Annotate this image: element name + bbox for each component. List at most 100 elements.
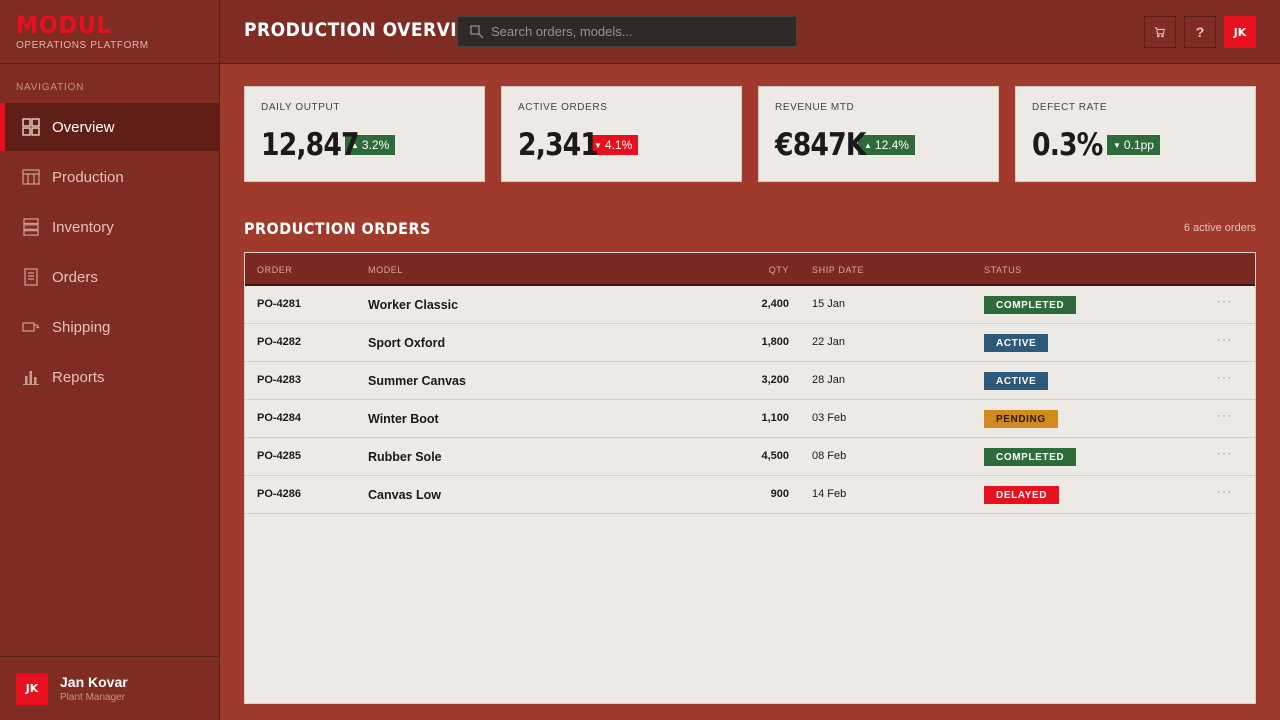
- order-ship-date: 03 Feb: [812, 412, 847, 424]
- more-icon[interactable]: ···: [1217, 408, 1232, 422]
- order-id: PO-4284: [257, 412, 302, 424]
- column-header-model[interactable]: MODEL: [368, 265, 403, 275]
- sidebar-item-label: Shipping: [52, 318, 111, 336]
- sidebar-item-orders[interactable]: Orders: [0, 253, 219, 301]
- column-header-order[interactable]: ORDER: [257, 265, 293, 275]
- brand-subtitle: OPERATIONS PLATFORM: [16, 40, 149, 51]
- status-badge: PENDING: [984, 410, 1058, 428]
- kpi-card-daily-output[interactable]: DAILY OUTPUT 12,847 ▲ 3.2%: [244, 86, 485, 182]
- sidebar-item-reports[interactable]: Reports: [0, 353, 219, 401]
- sidebar-item-production[interactable]: Production: [0, 153, 219, 201]
- search-box[interactable]: [457, 16, 797, 47]
- kpi-change: 4.1%: [604, 138, 633, 152]
- order-qty: 1,800: [761, 336, 789, 348]
- order-qty: 4,500: [761, 450, 789, 462]
- order-id: PO-4286: [257, 488, 302, 500]
- orders-count: 6 active orders: [1183, 222, 1256, 234]
- sidebar-item-inventory[interactable]: Inventory: [0, 203, 219, 251]
- sidebar-item-overview[interactable]: Overview: [0, 103, 219, 151]
- kpi-label: DEFECT RATE: [1032, 102, 1108, 113]
- kpi-card-revenue[interactable]: REVENUE MTD €847K ▲ 12.4%: [758, 86, 999, 182]
- table-row[interactable]: PO-4281 Worker Classic 2,400 15 Jan COMP…: [245, 286, 1255, 324]
- brand: MODUL OPERATIONS PLATFORM: [0, 0, 219, 64]
- kpi-value: 2,341: [518, 127, 599, 163]
- kpi-change: 3.2%: [361, 138, 390, 152]
- order-model: Summer Canvas: [368, 374, 466, 388]
- more-icon[interactable]: ···: [1217, 294, 1232, 308]
- order-ship-date: 15 Jan: [812, 298, 846, 310]
- arrow-down-icon: ▼: [1113, 140, 1121, 150]
- avatar: JK: [16, 672, 48, 705]
- kpi-value: €847K: [775, 127, 866, 163]
- grid-icon: [22, 118, 40, 136]
- order-qty: 3,200: [761, 374, 789, 386]
- column-header-qty[interactable]: QTY: [769, 265, 789, 275]
- search-input[interactable]: [491, 24, 791, 39]
- sidebar: MODUL OPERATIONS PLATFORM NAVIGATION Ove…: [0, 0, 220, 720]
- kpi-card-defect-rate[interactable]: DEFECT RATE 0.3% ▼ 0.1pp: [1015, 86, 1256, 182]
- sidebar-item-label: Overview: [52, 118, 115, 136]
- table-row[interactable]: PO-4282 Sport Oxford 1,800 22 Jan ACTIVE…: [245, 324, 1255, 362]
- order-model: Canvas Low: [368, 488, 441, 502]
- brand-logo[interactable]: MODUL: [16, 12, 188, 38]
- cart-icon: [1154, 27, 1165, 38]
- top-header: PRODUCTION OVERVIEW ? JK: [220, 0, 1280, 64]
- more-icon[interactable]: ···: [1217, 446, 1232, 460]
- order-model: Rubber Sole: [368, 450, 442, 464]
- truck-icon: [22, 318, 40, 336]
- sidebar-item-label: Reports: [52, 368, 105, 386]
- sidebar-item-label: Orders: [52, 268, 98, 286]
- factory-icon: [22, 168, 40, 186]
- cart-button[interactable]: [1144, 16, 1176, 48]
- more-icon[interactable]: ···: [1217, 370, 1232, 384]
- sidebar-item-shipping[interactable]: Shipping: [0, 303, 219, 351]
- column-header-status[interactable]: STATUS: [984, 265, 1022, 275]
- status-badge: DELAYED: [984, 486, 1060, 504]
- more-icon[interactable]: ···: [1217, 484, 1232, 498]
- status-badge: COMPLETED: [984, 448, 1077, 466]
- user-profile[interactable]: JK Jan Kovar Plant Manager: [0, 656, 219, 720]
- status-badge: ACTIVE: [984, 334, 1049, 352]
- help-button[interactable]: ?: [1184, 16, 1216, 48]
- kpi-change: 12.4%: [874, 138, 909, 152]
- order-model: Winter Boot: [368, 412, 439, 426]
- kpi-label: REVENUE MTD: [775, 102, 855, 113]
- order-qty: 900: [770, 488, 789, 500]
- kpi-value: 12,847: [261, 127, 360, 163]
- order-qty: 1,100: [761, 412, 789, 424]
- table-row[interactable]: PO-4285 Rubber Sole 4,500 08 Feb COMPLET…: [245, 438, 1255, 476]
- order-ship-date: 28 Jan: [812, 374, 846, 386]
- order-id: PO-4285: [257, 450, 302, 462]
- status-badge: COMPLETED: [984, 296, 1077, 314]
- order-model: Worker Classic: [368, 298, 459, 312]
- kpi-change: 0.1pp: [1123, 138, 1154, 152]
- page-title: PRODUCTION OVERVIEW: [244, 19, 489, 41]
- table-row[interactable]: PO-4286 Canvas Low 900 14 Feb DELAYED ··…: [245, 476, 1255, 514]
- sidebar-item-label: Production: [52, 168, 124, 186]
- status-badge: ACTIVE: [984, 372, 1049, 390]
- kpi-change-badge: ▼ 0.1pp: [1107, 135, 1160, 155]
- orders-table: ORDER MODEL QTY SHIP DATE STATUS PO-4281…: [244, 252, 1256, 704]
- kpi-label: ACTIVE ORDERS: [518, 102, 608, 113]
- order-ship-date: 22 Jan: [812, 336, 846, 348]
- order-ship-date: 08 Feb: [812, 450, 847, 462]
- order-id: PO-4281: [257, 298, 302, 310]
- kpi-card-active-orders[interactable]: ACTIVE ORDERS 2,341 ▼ 4.1%: [501, 86, 742, 182]
- order-model: Sport Oxford: [368, 336, 446, 350]
- table-row[interactable]: PO-4284 Winter Boot 1,100 03 Feb PENDING…: [245, 400, 1255, 438]
- stack-icon: [22, 218, 40, 236]
- bar-chart-icon: [22, 368, 40, 386]
- column-header-ship-date[interactable]: SHIP DATE: [812, 265, 864, 275]
- user-name: Jan Kovar: [60, 674, 128, 690]
- sidebar-item-label: Inventory: [52, 218, 114, 236]
- order-ship-date: 14 Feb: [812, 488, 847, 500]
- order-id: PO-4282: [257, 336, 302, 348]
- nav-heading: NAVIGATION: [16, 82, 85, 93]
- order-id: PO-4283: [257, 374, 302, 386]
- table-row[interactable]: PO-4283 Summer Canvas 3,200 28 Jan ACTIV…: [245, 362, 1255, 400]
- kpi-value: 0.3%: [1032, 127, 1103, 163]
- more-icon[interactable]: ···: [1217, 332, 1232, 346]
- document-icon: [22, 268, 40, 286]
- section-title: PRODUCTION ORDERS: [244, 219, 431, 238]
- header-avatar[interactable]: JK: [1224, 16, 1256, 48]
